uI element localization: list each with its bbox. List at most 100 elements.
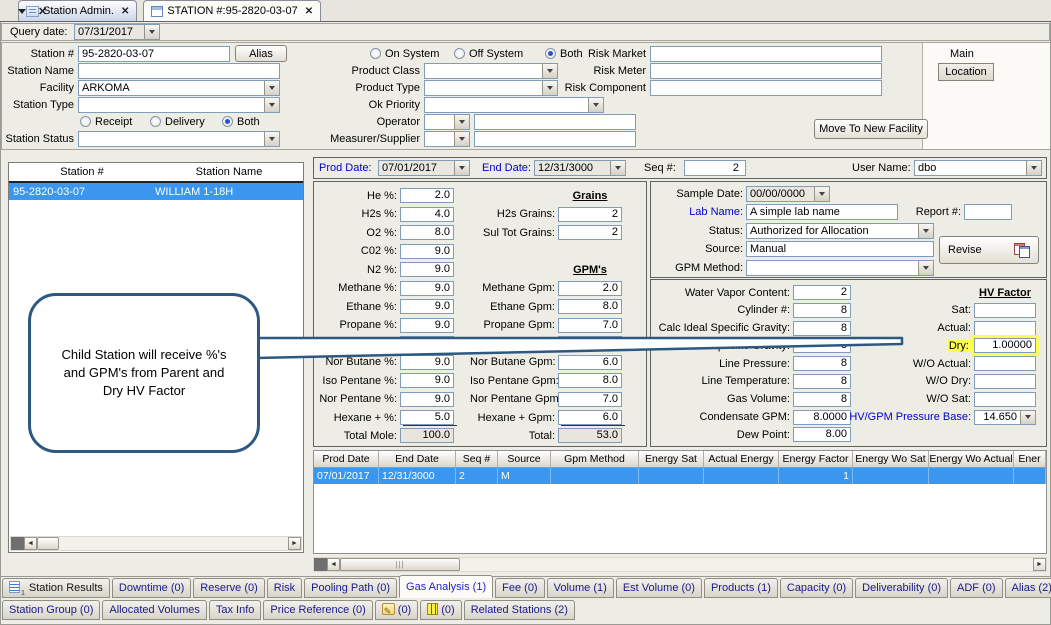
radio-selected-icon[interactable]: [545, 48, 556, 59]
column-header[interactable]: Source: [498, 451, 551, 467]
chevron-down-icon[interactable]: [814, 187, 829, 201]
revise-button[interactable]: Revise: [939, 236, 1039, 264]
tab-risk[interactable]: Risk: [267, 578, 302, 598]
value-input[interactable]: 2.0: [400, 188, 454, 203]
column-header[interactable]: Prod Date: [314, 451, 379, 467]
sample-date-input[interactable]: 00/00/0000: [746, 186, 830, 202]
product-class-select[interactable]: [424, 63, 558, 79]
tab-deliverability[interactable]: Deliverability (0): [855, 578, 948, 598]
user-name-select[interactable]: dbo: [914, 160, 1042, 176]
close-icon[interactable]: ✕: [305, 6, 313, 17]
tab-volume[interactable]: Volume (1): [547, 578, 614, 598]
grid-row-selected[interactable]: 07/01/2017 12/31/3000 2 M 1: [314, 468, 1046, 484]
value-input[interactable]: 9.0: [400, 336, 454, 351]
value-input[interactable]: 8.00: [793, 427, 851, 442]
station-status-select[interactable]: [78, 131, 280, 147]
tab-fee[interactable]: Fee (0): [495, 578, 544, 598]
chevron-down-icon[interactable]: [918, 224, 933, 238]
operator-select[interactable]: [424, 114, 470, 130]
value-input[interactable]: [974, 374, 1036, 389]
chevron-down-icon[interactable]: [1020, 411, 1035, 424]
tab-list-dropdown-icon[interactable]: [18, 9, 26, 14]
column-header[interactable]: Gpm Method: [551, 451, 639, 467]
value-input[interactable]: 8.0: [400, 225, 454, 240]
scrollbar-gripper[interactable]: [314, 558, 327, 571]
column-header[interactable]: Energy Wo Sat: [853, 451, 929, 467]
station-name-input[interactable]: [78, 63, 280, 79]
value-input[interactable]: 9.0: [400, 281, 454, 296]
move-to-new-facility-button[interactable]: Move To New Facility: [814, 119, 928, 139]
value-input[interactable]: 6.0: [558, 410, 622, 425]
scroll-right-arrow[interactable]: ►: [1033, 558, 1046, 571]
tab-station-detail[interactable]: STATION #:95-2820-03-07 ✕: [143, 0, 321, 21]
chevron-down-icon[interactable]: [264, 81, 279, 95]
scroll-left-arrow[interactable]: ◄: [327, 558, 340, 571]
delivery-radio[interactable]: Delivery: [150, 115, 205, 130]
seq-input[interactable]: 2: [684, 160, 746, 176]
value-input[interactable]: [974, 303, 1036, 318]
radio-icon[interactable]: [80, 116, 91, 127]
column-header[interactable]: Energy Factor: [779, 451, 853, 467]
status-select[interactable]: Authorized for Allocation: [746, 223, 934, 239]
value-input[interactable]: 7.0: [558, 392, 622, 407]
tab-alias[interactable]: Alias (2): [1005, 578, 1051, 598]
value-input[interactable]: 9.0: [400, 392, 454, 407]
chevron-down-icon[interactable]: [454, 115, 469, 129]
off-system-radio[interactable]: Off System: [454, 47, 523, 62]
chevron-down-icon[interactable]: [264, 132, 279, 146]
value-input[interactable]: 8: [793, 392, 851, 407]
tab-gas-analysis[interactable]: Gas Analysis (1): [399, 575, 493, 598]
column-header[interactable]: End Date: [379, 451, 456, 467]
on-system-radio[interactable]: On System: [370, 47, 439, 62]
prod-date-input[interactable]: 07/01/2017: [378, 160, 470, 176]
tab-related-stations[interactable]: Related Stations (2): [464, 600, 575, 620]
value-input[interactable]: 8.0: [558, 299, 622, 314]
scrollbar-gripper[interactable]: [11, 537, 24, 550]
chevron-down-icon[interactable]: [144, 25, 159, 39]
value-input[interactable]: 9.0: [400, 373, 454, 388]
station-list-hscrollbar[interactable]: ◄ ►: [10, 536, 302, 551]
value-input[interactable]: 8: [793, 321, 851, 336]
value-input[interactable]: 6.0: [558, 355, 622, 370]
value-input[interactable]: 2: [558, 225, 622, 240]
column-header[interactable]: Actual Energy: [704, 451, 779, 467]
tab-downtime[interactable]: Downtime (0): [112, 578, 191, 598]
value-input[interactable]: 9.0: [400, 244, 454, 259]
tab-est-volume[interactable]: Est Volume (0): [616, 578, 702, 598]
value-input[interactable]: 2: [558, 207, 622, 222]
chevron-down-icon[interactable]: [454, 132, 469, 146]
close-icon[interactable]: ✕: [38, 5, 47, 18]
chevron-down-icon[interactable]: [264, 98, 279, 112]
ok-priority-select[interactable]: [424, 97, 604, 113]
value-input[interactable]: 8.0: [558, 373, 622, 388]
tab-pooling-path[interactable]: Pooling Path (0): [304, 578, 397, 598]
grid-hscrollbar[interactable]: ◄ ||| ►: [313, 557, 1047, 572]
chevron-down-icon[interactable]: [1026, 161, 1041, 175]
value-input[interactable]: 9.0: [400, 299, 454, 314]
radio-icon[interactable]: [370, 48, 381, 59]
report-number-input[interactable]: [964, 204, 1012, 220]
tab-notes[interactable]: (0): [375, 600, 418, 620]
column-header[interactable]: Ener: [1014, 451, 1046, 467]
risk-meter-input[interactable]: [650, 63, 882, 79]
measurer-input[interactable]: [474, 131, 636, 147]
chevron-down-icon[interactable]: [542, 64, 557, 78]
risk-market-input[interactable]: [650, 46, 882, 62]
dry-hv-input[interactable]: 1.00000: [974, 338, 1036, 353]
tab-reserve[interactable]: Reserve (0): [193, 578, 264, 598]
value-input[interactable]: [974, 356, 1036, 371]
value-input[interactable]: 9.0: [558, 336, 622, 351]
value-input[interactable]: 2: [793, 285, 851, 300]
tab-products[interactable]: Products (1): [704, 578, 778, 598]
tab-price-reference[interactable]: Price Reference (0): [263, 600, 372, 620]
main-tab[interactable]: Main: [950, 47, 974, 62]
value-input[interactable]: 4.0: [400, 207, 454, 222]
facility-select[interactable]: ARKOMA: [78, 80, 280, 96]
column-header[interactable]: Energy Wo Actual: [929, 451, 1014, 467]
tab-adf[interactable]: ADF (0): [950, 578, 1003, 598]
product-type-select[interactable]: [424, 80, 558, 96]
operator-input[interactable]: [474, 114, 636, 130]
tab-station-group[interactable]: Station Group (0): [2, 600, 100, 620]
scrollbar-thumb[interactable]: |||: [340, 558, 460, 571]
radio-selected-icon[interactable]: [222, 116, 233, 127]
